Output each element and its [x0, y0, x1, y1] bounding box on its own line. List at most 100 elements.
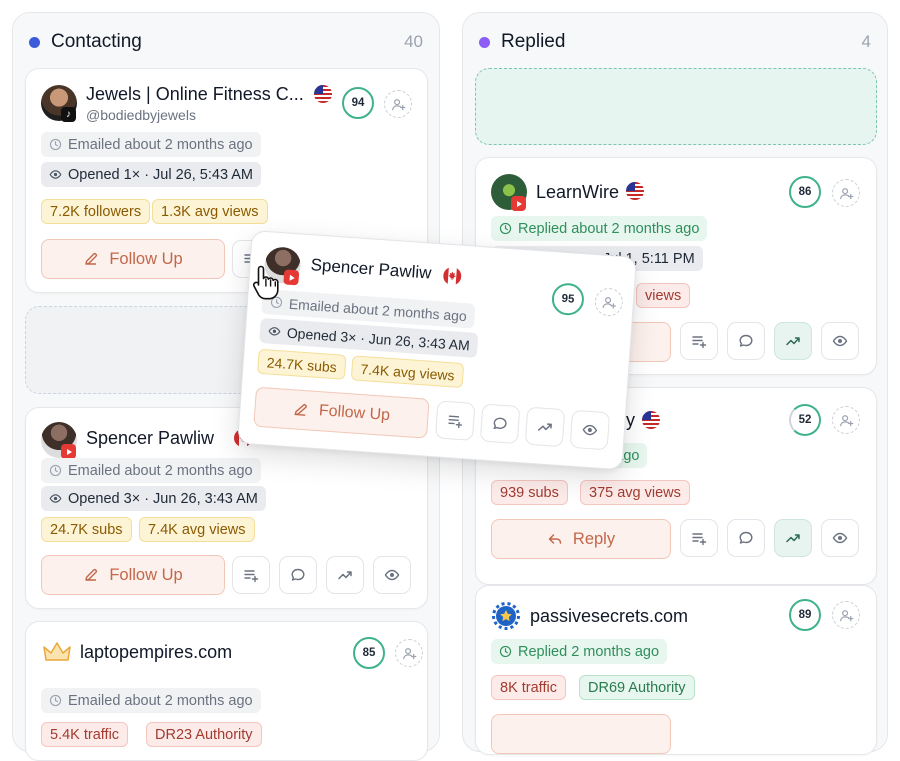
score-value: 94	[351, 97, 365, 109]
assign-user-button[interactable]	[593, 287, 624, 318]
status-text: Replied about 2 months ago	[518, 220, 700, 237]
add-to-list-button[interactable]	[232, 556, 270, 594]
hand-cursor-icon	[252, 265, 279, 300]
status-dot	[29, 37, 40, 48]
lead-name[interactable]: laptopempires.com	[80, 642, 232, 663]
trend-icon	[785, 333, 801, 349]
follow-up-button[interactable]: Follow Up	[41, 239, 225, 279]
add-user-icon	[402, 646, 417, 661]
lead-card-passivesecrets[interactable]: passivesecrets.com 89 Replied 2 months a…	[475, 585, 877, 755]
lead-name[interactable]: y	[626, 410, 635, 431]
assign-user-button[interactable]	[832, 179, 860, 207]
trend-icon	[785, 530, 801, 546]
status-text: Emailed about 2 months ago	[68, 692, 253, 709]
chat-icon	[738, 530, 754, 546]
add-to-list-button[interactable]	[434, 400, 476, 441]
message-button[interactable]	[727, 322, 765, 360]
add-user-icon	[601, 294, 617, 310]
follow-up-button[interactable]: Follow Up	[41, 555, 225, 595]
score-ring: 85	[353, 637, 385, 669]
flag-us-icon	[626, 182, 644, 200]
youtube-icon	[283, 269, 300, 286]
reply-button[interactable]	[491, 714, 671, 754]
youtube-icon	[511, 196, 526, 211]
clock-icon	[49, 138, 62, 151]
assign-user-button[interactable]	[384, 90, 412, 118]
add-to-list-button[interactable]	[680, 519, 718, 557]
view-icon	[832, 333, 848, 349]
status-pill: Replied 2 months ago	[491, 639, 668, 664]
reply-button[interactable]: Reply	[491, 519, 671, 559]
stat-text: 7.2K followers	[50, 203, 142, 220]
stat-text: 24.7K subs	[50, 521, 123, 538]
score-ring: 86	[789, 176, 821, 208]
chat-icon	[492, 415, 509, 432]
trend-icon	[337, 567, 353, 583]
view-button[interactable]	[373, 556, 411, 594]
stat-text: 939 subs	[500, 484, 559, 501]
column-title: Replied	[501, 31, 566, 52]
trend-icon	[536, 418, 553, 435]
stat-text: DR23 Authority	[155, 726, 253, 743]
flag-ca-icon	[443, 266, 462, 285]
drop-target	[475, 68, 877, 145]
score-value: 86	[798, 186, 812, 198]
lead-name[interactable]: LearnWire	[536, 182, 619, 203]
score-value: 85	[362, 647, 376, 659]
lead-card-laptopempires[interactable]: laptopempires.com 85 Emailed about 2 mon…	[25, 621, 428, 761]
list-add-icon	[691, 333, 707, 349]
stat-text: DR69 Authority	[588, 679, 686, 696]
message-button[interactable]	[479, 403, 521, 445]
follow-up-label: Follow Up	[109, 565, 183, 584]
analytics-button[interactable]	[524, 406, 566, 448]
chat-icon	[290, 567, 306, 583]
stat-pill: 7.4K avg views	[350, 355, 465, 389]
stat-text: 5.4K traffic	[50, 726, 120, 743]
score-value: 95	[561, 292, 575, 306]
status-pill: Replied about 2 months ago	[491, 216, 708, 241]
opened-text: Opened 1× · Jul 26, 5:43 AM	[68, 166, 253, 183]
lead-name[interactable]: Spencer Pawliw	[86, 428, 214, 449]
lead-name[interactable]: passivesecrets.com	[530, 606, 688, 627]
status-pill: Emailed about 2 months ago	[41, 132, 261, 157]
follow-up-label: Follow Up	[318, 402, 391, 425]
analytics-button[interactable]	[774, 322, 812, 360]
analytics-button[interactable]	[774, 519, 812, 557]
status-pill: Emailed about 2 months ago	[41, 688, 261, 713]
stat-pill: 375 avg views	[580, 480, 690, 505]
status-text: Emailed about 2 months ago	[288, 295, 468, 324]
assign-user-button[interactable]	[832, 406, 860, 434]
reply-icon	[547, 531, 563, 547]
message-button[interactable]	[279, 556, 317, 594]
follow-up-label: Follow Up	[109, 249, 183, 268]
lead-name[interactable]: Spencer Pawliw	[310, 255, 432, 283]
add-user-icon	[839, 608, 854, 623]
lead-name[interactable]: Jewels | Online Fitness C...	[86, 84, 304, 105]
follow-up-button[interactable]: Follow Up	[253, 386, 430, 439]
stat-text: 24.7K subs	[266, 353, 338, 375]
status-text: Emailed about 2 months ago	[68, 462, 253, 479]
view-button[interactable]	[821, 519, 859, 557]
eye-icon	[49, 492, 62, 505]
stat-pill: 7.2K followers	[41, 199, 151, 224]
score-ring: 52	[789, 404, 821, 436]
assign-user-button[interactable]	[395, 639, 423, 667]
stat-text: 8K traffic	[500, 679, 557, 696]
stat-text: 7.4K avg views	[148, 521, 246, 538]
status-text: Emailed about 2 months ago	[68, 136, 253, 153]
dragged-card[interactable]: Spencer Pawliw 95 Emailed about 2 months…	[237, 230, 638, 471]
column-title: Contacting	[51, 31, 142, 52]
assign-user-button[interactable]	[832, 601, 860, 629]
analytics-button[interactable]	[326, 556, 364, 594]
eye-icon	[49, 168, 62, 181]
message-button[interactable]	[727, 519, 765, 557]
status-text: Replied 2 months ago	[518, 643, 660, 660]
add-to-list-button[interactable]	[680, 322, 718, 360]
column-count: 4	[861, 32, 871, 51]
view-button[interactable]	[569, 409, 611, 451]
tiktok-icon: ♪	[61, 107, 76, 122]
pencil-icon	[83, 567, 99, 583]
stat-pill: DR69 Authority	[579, 675, 695, 700]
view-button[interactable]	[821, 322, 859, 360]
column-header: Contacting 40	[29, 31, 423, 53]
